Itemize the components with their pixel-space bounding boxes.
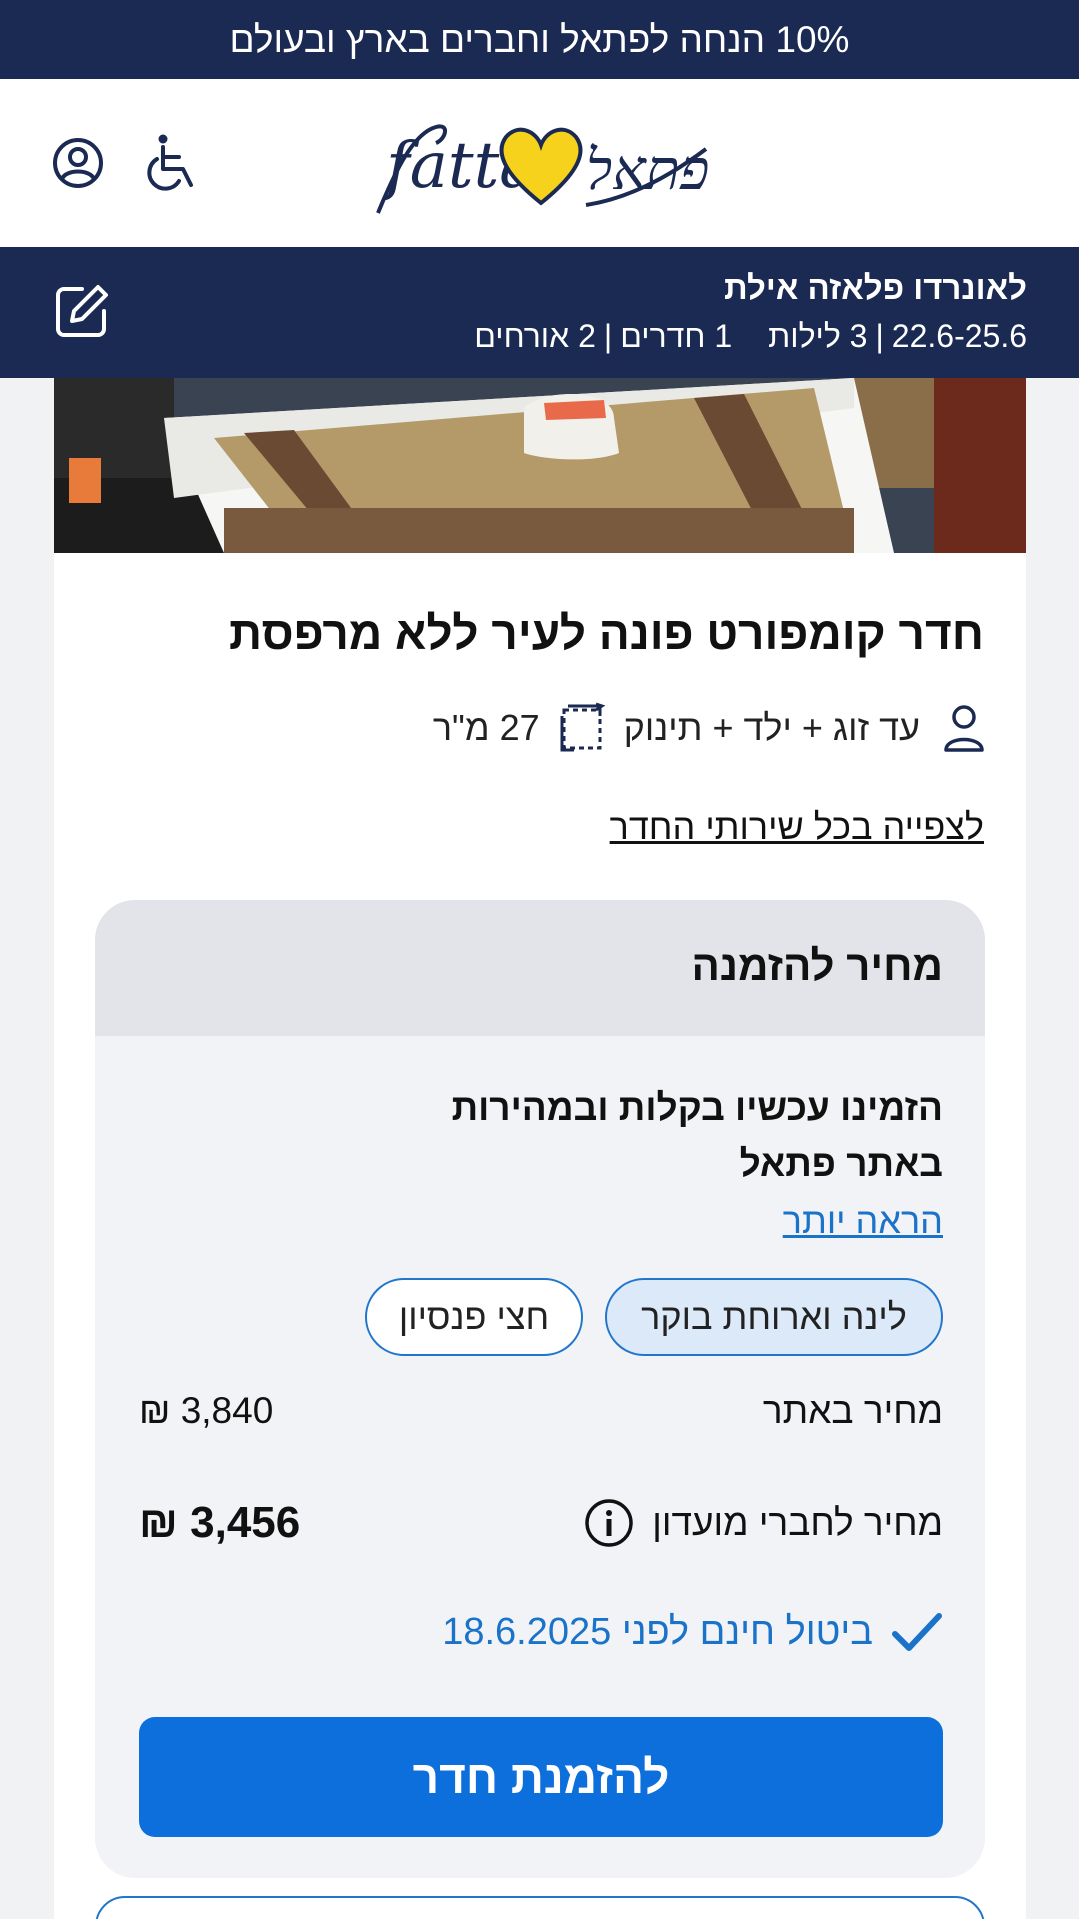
room-size: 27 מ"ר	[432, 707, 540, 748]
person-icon	[944, 705, 984, 752]
free-cancellation: ביטול חינם לפני 18.6.2025	[442, 1610, 943, 1654]
edit-pencil-icon[interactable]	[52, 281, 112, 341]
checkmark-icon	[892, 1613, 942, 1651]
club-price: 3,456 ₪	[139, 1498, 301, 1547]
site-price-row: מחיר באתר 3,840 ₪	[139, 1390, 943, 1432]
accessibility-icon[interactable]	[141, 131, 205, 195]
promo-line-1: הזמינו עכשיו בקלות ובמהירות	[451, 1087, 943, 1128]
promo-banner[interactable]: 10% הנחה לפתאל וחברים בארץ ובעולם	[0, 0, 1079, 79]
logo-hebrew-text: פתאל	[586, 138, 709, 203]
club-price-row: מחיר לחברי מועדון 3,456 ₪	[139, 1498, 943, 1548]
booking-promo-text: הזמינו עכשיו בקלות ובמהירות באתר פתאל	[452, 1080, 943, 1192]
user-account-icon[interactable]	[46, 131, 110, 195]
nights: 3 לילות	[768, 318, 868, 354]
page: 10% הנחה לפתאל וחברים בארץ ובעולם fattal…	[0, 0, 1079, 1919]
room-specs: עד זוג + ילד + תינוק 27 מ"ר	[433, 701, 988, 755]
site-price-label: מחיר באתר	[762, 1390, 943, 1431]
separator: |	[603, 318, 613, 354]
site-price: 3,840 ₪	[139, 1390, 274, 1431]
club-price-label: מחיר לחברי מועדון	[652, 1502, 943, 1543]
club-price-label-wrap: מחיר לחברי מועדון	[584, 1498, 943, 1548]
room-card: חדר קומפורט פונה לעיר ללא מרפסת עד זוג +…	[54, 378, 1026, 1919]
cancellation-text: ביטול חינם לפני 18.6.2025	[442, 1610, 873, 1653]
room-services-link[interactable]: לצפייה בכל שירותי החדר	[610, 806, 984, 848]
book-room-button[interactable]: להזמנת חדר	[139, 1717, 943, 1837]
separator: |	[875, 318, 884, 354]
price-heading: מחיר להזמנה	[691, 942, 944, 989]
show-more-link[interactable]: הראה יותר	[783, 1200, 943, 1242]
search-summary-bar[interactable]: לאונרדו פלאזה אילת 22.6-25.6 | 3 לילות 1…	[0, 247, 1079, 378]
room-title: חדר קומפורט פונה לעיר ללא מרפסת	[229, 607, 984, 659]
hotel-name: לאונרדו פלאזה אילת	[723, 269, 1027, 306]
occupancy: עד זוג + ילד + תינוק	[623, 707, 920, 748]
price-box: מחיר להזמנה הזמינו עכשיו בקלות ובמהירות …	[95, 900, 985, 1878]
dates: 22.6-25.6	[891, 318, 1027, 354]
room-photo[interactable]	[54, 378, 1026, 553]
rooms: 1 חדרים	[620, 318, 733, 354]
site-header: fattal פתאל	[0, 79, 1079, 247]
fattal-logo[interactable]: fattal פתאל	[366, 109, 716, 219]
promo-line-2: באתר פתאל	[739, 1143, 943, 1184]
info-icon[interactable]	[584, 1498, 634, 1548]
board-option-bed-breakfast[interactable]: לינה וארוחת בוקר	[605, 1278, 943, 1356]
price-box-header: מחיר להזמנה	[95, 900, 985, 1036]
room-size-icon	[560, 702, 606, 752]
promo-text: 10% הנחה לפתאל וחברים בארץ ובעולם	[229, 18, 850, 60]
guests: 2 אורחים	[474, 318, 596, 354]
booking-details: 22.6-25.6 | 3 לילות 1 חדרים | 2 אורחים	[474, 318, 1027, 355]
board-option-half-board[interactable]: חצי פנסיון	[365, 1278, 583, 1356]
next-price-box	[95, 1896, 985, 1919]
